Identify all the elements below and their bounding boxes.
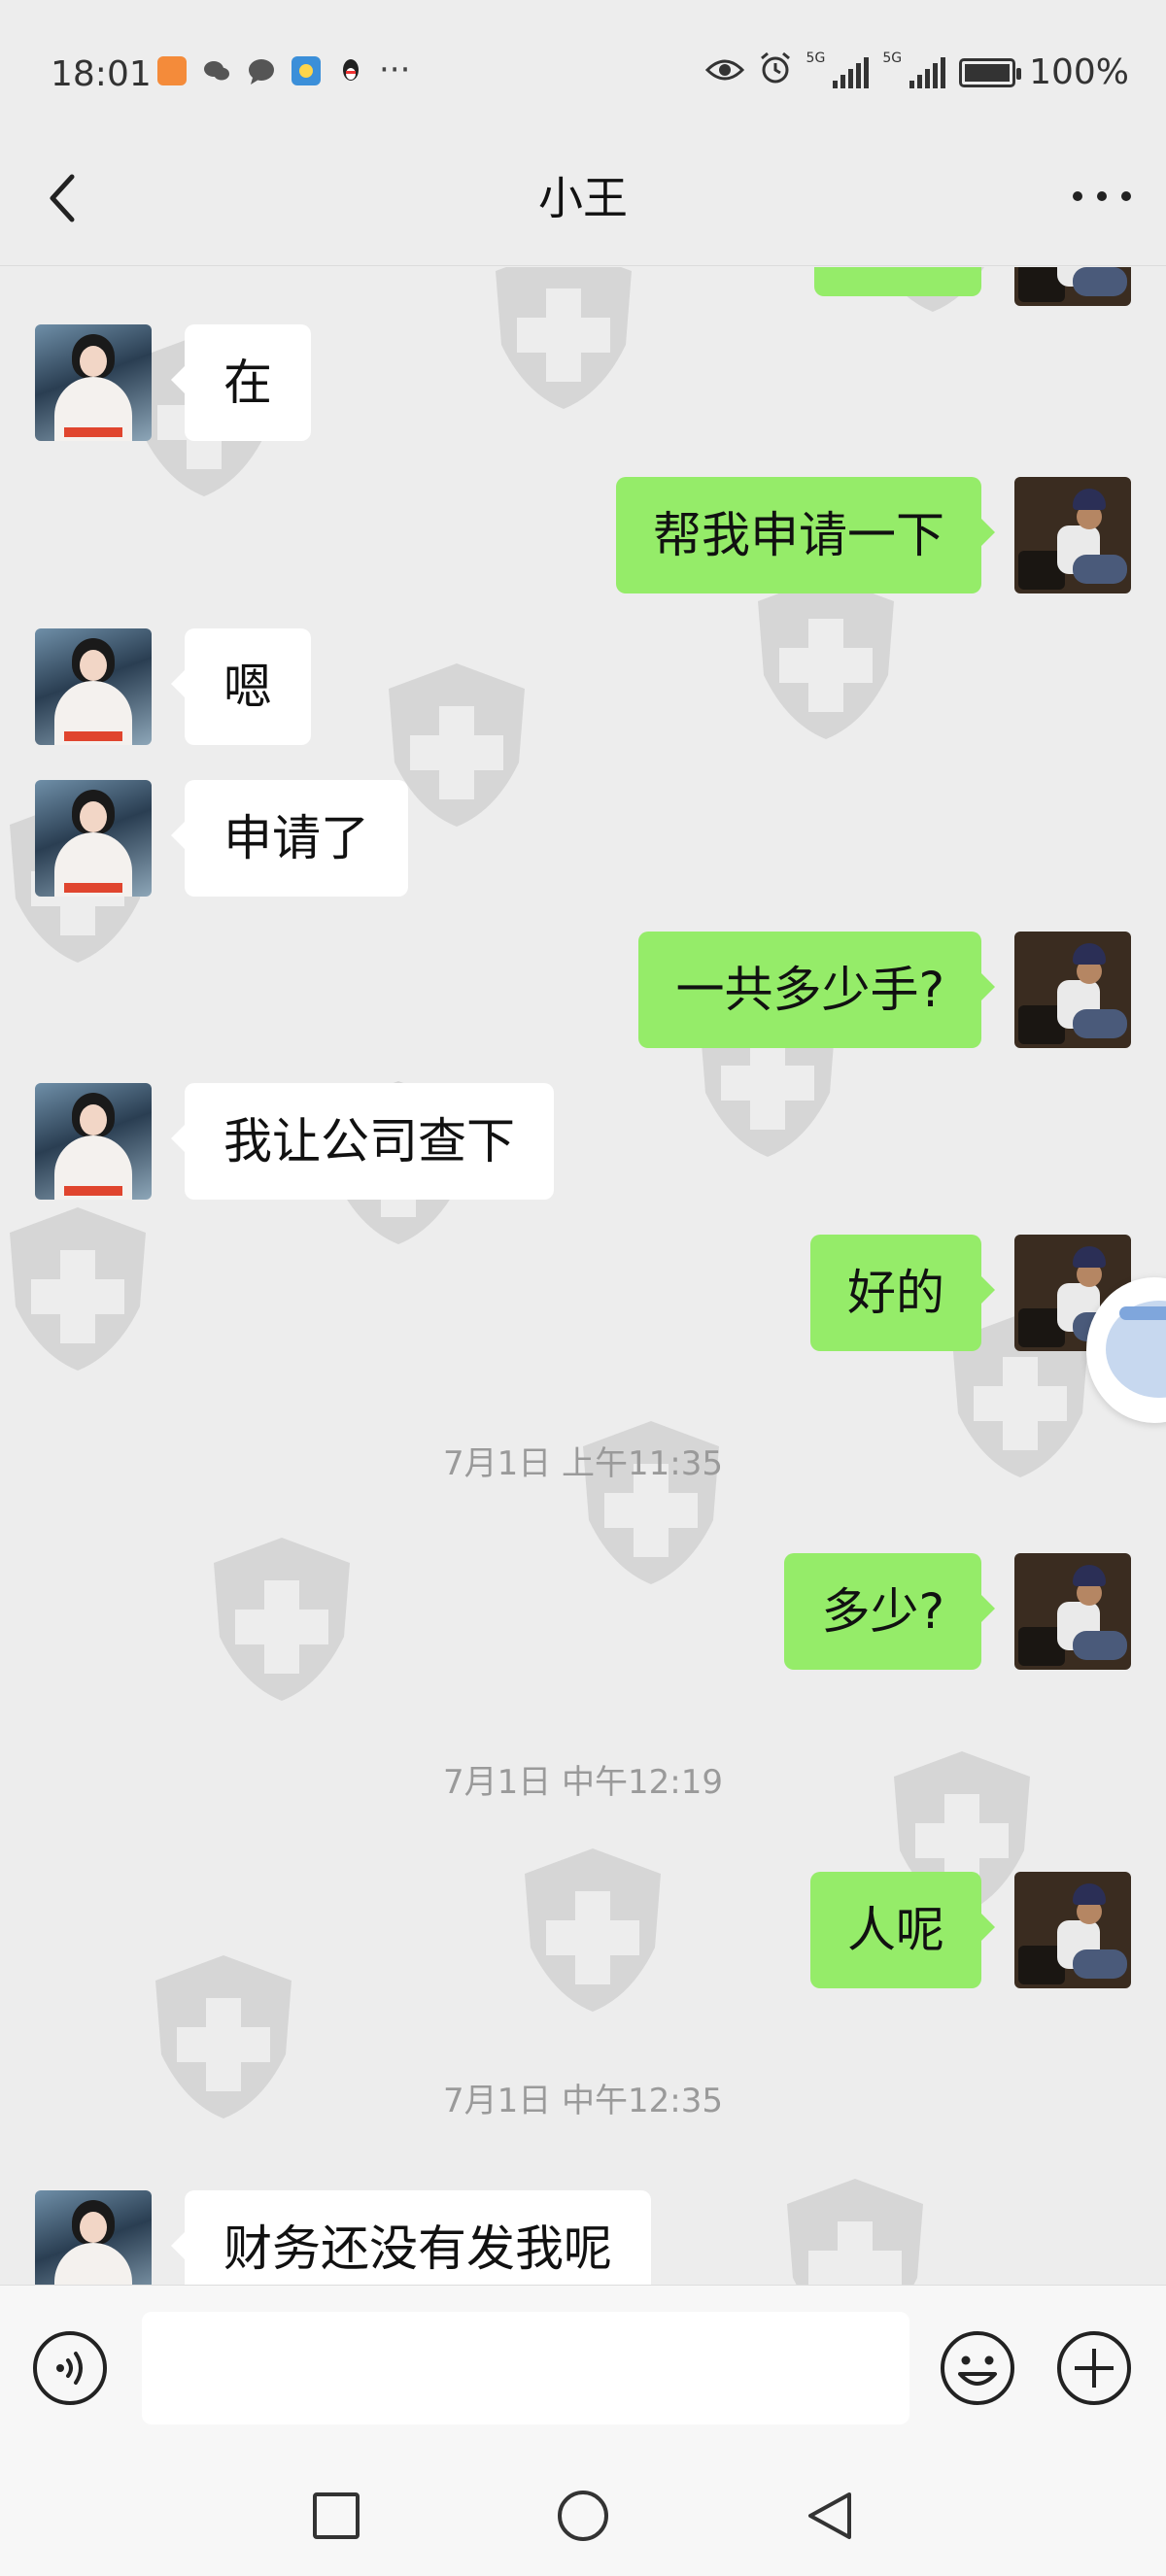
shield-watermark-icon [486, 267, 641, 413]
status-indicators: 5G 5G 100% [704, 51, 1129, 94]
battery-icon [959, 57, 1022, 87]
status-time: 18:01 [51, 54, 152, 94]
wechat-icon [202, 56, 231, 85]
contact-avatar[interactable] [35, 1083, 152, 1200]
message-input[interactable] [142, 2312, 909, 2424]
sent-message[interactable]: 帮我申请一下 [616, 477, 995, 593]
battery-level: 100% [1029, 52, 1129, 92]
contact-avatar[interactable] [35, 780, 152, 897]
my-avatar[interactable] [1014, 267, 1131, 306]
timestamp: 7月1日 中午12:19 [442, 1763, 724, 1802]
received-message[interactable]: 嗯 [171, 628, 311, 745]
contact-avatar[interactable] [35, 2190, 152, 2285]
received-message[interactable]: 在 [171, 324, 311, 441]
plus-icon[interactable] [1055, 2329, 1133, 2407]
my-avatar[interactable] [1014, 1872, 1131, 1988]
sent-message[interactable]: 好的 [810, 1235, 995, 1351]
qq-icon [336, 56, 365, 85]
received-message[interactable]: 财务还没有发我呢 [171, 2190, 651, 2285]
my-avatar[interactable] [1014, 1553, 1131, 1670]
alarm-icon [758, 51, 793, 94]
contact-avatar[interactable] [35, 324, 152, 441]
shield-watermark-icon [204, 1530, 360, 1705]
message-list[interactable]: 在 帮我申请一下 嗯 申请了 一共多少手? 我让公司查下 好的 7月1日 上午1… [0, 267, 1166, 2285]
shield-watermark-icon [777, 2171, 933, 2285]
contact-avatar[interactable] [35, 628, 152, 745]
sent-message[interactable]: 人呢 [810, 1872, 995, 1988]
timestamp: 7月1日 上午11:35 [442, 1444, 724, 1483]
message-icon [247, 56, 276, 85]
weather-icon [292, 56, 321, 85]
network-type-2: 5G [882, 51, 903, 66]
my-avatar[interactable] [1014, 932, 1131, 1048]
signal-icon [833, 56, 870, 88]
status-bar: 18:01 ··· 5G 5G 100% [0, 0, 1166, 146]
my-avatar[interactable] [1014, 477, 1131, 593]
sent-message[interactable]: 一共多少手? [638, 932, 995, 1048]
shield-watermark-icon [748, 568, 904, 743]
chat-title: 小王 [538, 172, 628, 224]
back-nav-icon[interactable] [803, 2489, 857, 2543]
sent-message[interactable]: 多少? [784, 1553, 995, 1670]
more-notifications-icon: ··· [379, 51, 411, 89]
home-icon[interactable] [556, 2489, 610, 2543]
recent-apps-icon[interactable] [309, 2489, 363, 2543]
shield-watermark-icon [0, 1200, 155, 1374]
shield-watermark-icon [515, 1841, 670, 2016]
sent-bubble-partial[interactable] [814, 267, 981, 296]
taobao-icon [157, 56, 187, 85]
network-type-1: 5G [806, 51, 826, 66]
voice-input-icon[interactable] [31, 2329, 109, 2407]
timestamp: 7月1日 中午12:35 [442, 2082, 724, 2120]
received-message[interactable]: 我让公司查下 [171, 1083, 554, 1200]
more-options-icon[interactable] [1073, 177, 1131, 216]
received-message[interactable]: 申请了 [171, 780, 408, 897]
signal-icon-2 [909, 56, 946, 88]
emoji-icon[interactable] [939, 2329, 1016, 2407]
eye-icon [704, 52, 744, 92]
